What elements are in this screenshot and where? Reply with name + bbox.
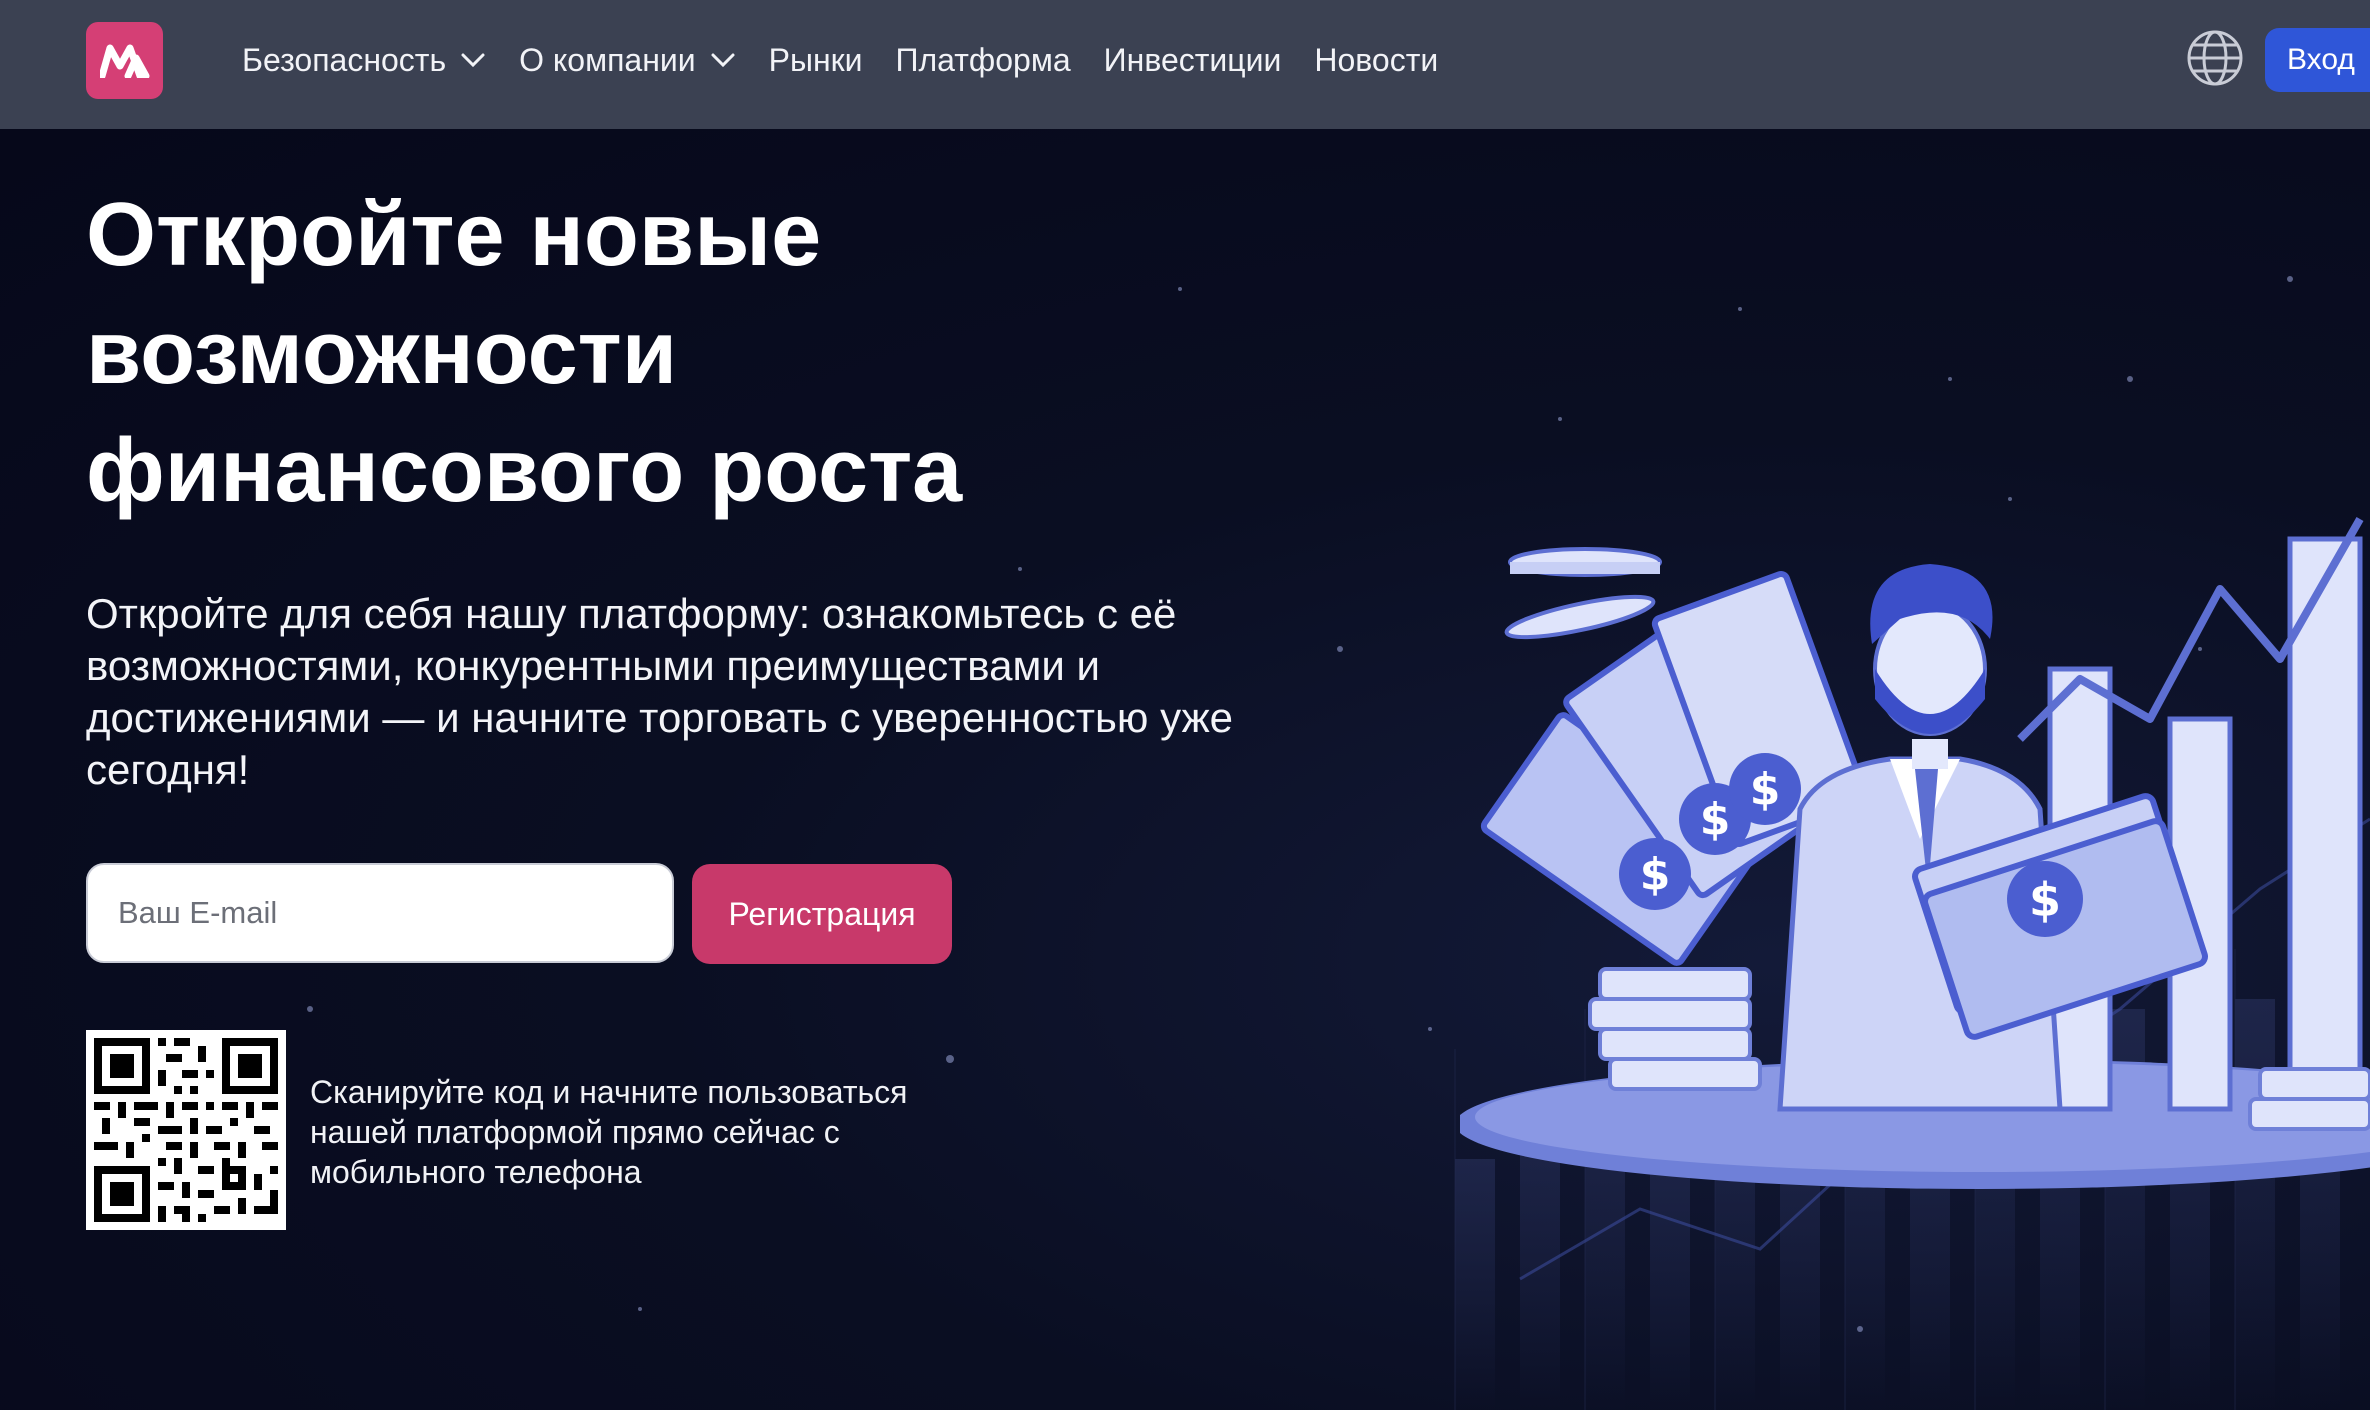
menu-item-label: Новости (1314, 41, 1439, 78)
email-input[interactable] (86, 863, 674, 963)
hero-title-line: финансового роста (86, 421, 963, 521)
svg-text:$: $ (1700, 794, 1731, 845)
menu-item-news[interactable]: Новости (1314, 42, 1438, 79)
main-menu: Безопасность О компании Рынки Платформа … (242, 0, 1471, 120)
menu-item-platform[interactable]: Платформа (896, 42, 1071, 79)
svg-text:$: $ (1750, 764, 1781, 815)
menu-item-label: Безопасность (242, 41, 447, 78)
menu-item-investments[interactable]: Инвестиции (1104, 42, 1282, 79)
finance-illustration: $ $ $ $ (1460, 517, 2370, 1189)
hero-subtitle: Откройте для себя нашу платформу: ознако… (86, 590, 1234, 793)
hero-title: Откройте новые возможности финансового р… (86, 176, 1186, 530)
menu-item-label: Рынки (768, 41, 863, 78)
brand-logo[interactable] (86, 22, 163, 99)
hero-title-line: возможности (86, 303, 678, 403)
svg-text:$: $ (1640, 849, 1671, 900)
qr-caption: Сканируйте код и начните пользоваться на… (310, 1074, 908, 1190)
menu-item-label: Инвестиции (1103, 41, 1282, 78)
menu-item-label: О компании (519, 41, 696, 78)
hero-section: $ $ $ $ Откройте новые возможности финан… (0, 129, 2370, 1410)
login-button[interactable]: Вход (2265, 28, 2370, 92)
hero-title-line: Откройте новые (86, 185, 822, 285)
menu-item-markets[interactable]: Рынки (769, 42, 863, 79)
qr-code-image (86, 1030, 286, 1230)
menu-item-security[interactable]: Безопасность (242, 42, 486, 79)
menu-item-label: Платформа (895, 41, 1071, 78)
chevron-down-icon (711, 53, 735, 68)
menu-item-about[interactable]: О компании (519, 42, 735, 79)
register-button[interactable]: Регистрация (692, 864, 952, 964)
globe-icon[interactable] (2185, 28, 2245, 88)
top-navigation: Безопасность О компании Рынки Платформа … (0, 0, 2370, 129)
chevron-down-icon (461, 53, 485, 68)
logo-m-icon (99, 44, 149, 78)
svg-text:$: $ (2029, 873, 2061, 927)
